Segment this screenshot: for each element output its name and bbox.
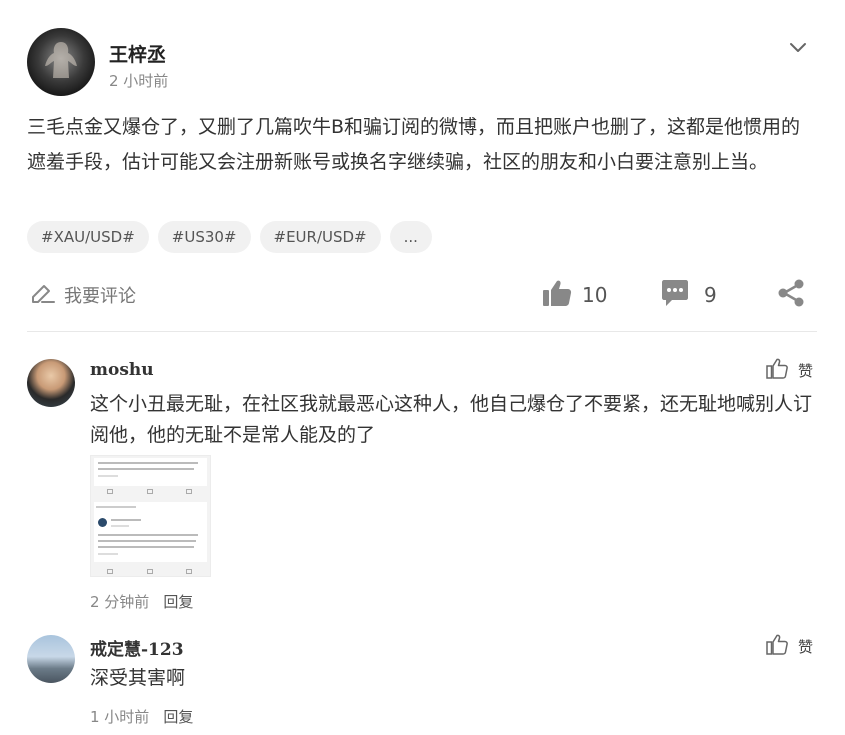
avatar-figure <box>45 42 77 78</box>
comment-text: 这个小丑最无耻，在社区我就最恶心这种人，他自己爆仓了不要紧，还无耻地喊别人订阅他… <box>90 393 813 446</box>
thumbs-up-icon <box>766 358 788 383</box>
comment-like-button[interactable]: 赞 <box>766 358 813 383</box>
commenter-name[interactable]: 戒定慧-123 <box>90 635 184 660</box>
like-count: 10 <box>582 283 608 307</box>
thumbs-up-icon <box>542 279 572 311</box>
post-body: 三毛点金又爆仓了，又删了几篇吹牛B和骗订阅的微博，而且把账户也删了，这都是他惯用… <box>27 116 801 173</box>
commenter-avatar[interactable] <box>27 635 75 683</box>
chat-bubble-icon <box>660 279 690 311</box>
write-comment-label: 我要评论 <box>64 286 136 307</box>
comment-meta: 2 分钟前 回复 <box>90 591 193 612</box>
comment-timestamp: 1 小时前 <box>90 708 150 726</box>
tag-us30[interactable]: #US30# <box>157 221 251 253</box>
comment-like-label: 赞 <box>798 638 814 656</box>
post-timestamp: 2 小时前 <box>109 72 169 90</box>
share-icon[interactable] <box>776 278 806 312</box>
tag-more[interactable]: ... <box>389 221 432 253</box>
comment-timestamp: 2 分钟前 <box>90 593 150 611</box>
edit-icon <box>30 281 56 309</box>
comment-like-button[interactable]: 赞 <box>766 634 813 659</box>
comment-like-label: 赞 <box>798 362 814 380</box>
commenter-name[interactable]: moshu <box>90 360 154 380</box>
thumbs-up-icon <box>766 634 788 659</box>
author-avatar[interactable] <box>27 28 95 96</box>
commenter-avatar[interactable] <box>27 359 75 407</box>
chevron-down-icon[interactable] <box>786 36 810 60</box>
tag-xauusd[interactable]: #XAU/USD# <box>27 221 149 253</box>
section-divider <box>27 331 817 332</box>
like-button[interactable]: 10 <box>542 279 607 311</box>
comment-meta: 1 小时前 回复 <box>90 706 193 727</box>
replies-button[interactable]: 9 <box>660 279 717 311</box>
tag-list: #XAU/USD# #US30# #EUR/USD# ... <box>27 221 432 253</box>
reply-link[interactable]: 回复 <box>163 591 193 612</box>
write-comment-button[interactable]: 我要评论 <box>30 280 136 310</box>
comment-text: 深受其害啊 <box>90 667 186 689</box>
reply-count: 9 <box>704 283 717 307</box>
author-name[interactable]: 王梓丞 <box>109 40 166 67</box>
thumbnail-card <box>94 458 207 486</box>
thumbnail-card <box>94 502 207 562</box>
tag-eurusd[interactable]: #EUR/USD# <box>259 221 381 253</box>
reply-link[interactable]: 回复 <box>163 706 193 727</box>
comment-image-thumbnail[interactable] <box>90 455 211 577</box>
